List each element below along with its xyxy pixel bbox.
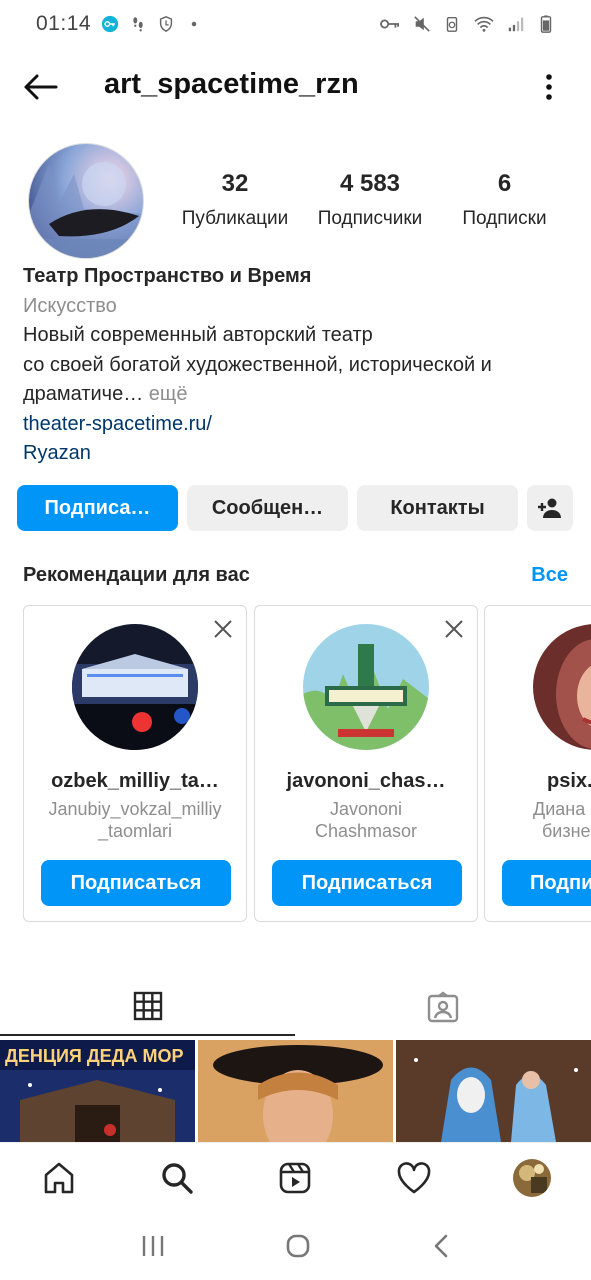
bio-line-3: драматиче… ещё [23, 380, 573, 410]
mute-icon [414, 16, 430, 32]
post-thumbnail[interactable]: ДЕНЦИЯ ДЕДА МОР [0, 1040, 195, 1142]
suggestion-follow-button[interactable]: Подпи [502, 860, 591, 906]
suggestion-card[interactable]: ozbek_milliy_ta… Janubiy_vokzal_milliy _… [23, 605, 247, 922]
stat-posts[interactable]: 32 Публикации [170, 170, 300, 230]
close-icon[interactable] [212, 618, 234, 640]
stat-following[interactable]: 6 Подписки [447, 170, 562, 230]
recycle-icon [446, 16, 458, 32]
suggestion-subtitle-line-1: Javononi [329, 799, 403, 819]
suggest-users-button[interactable] [527, 485, 573, 531]
bio-more-link[interactable]: ещё [143, 383, 188, 405]
suggestions-see-all[interactable]: Все [531, 564, 568, 587]
status-bar: 01:14 [0, 0, 591, 48]
home-circle-icon[interactable] [285, 1233, 311, 1259]
contacts-button[interactable]: Контакты [357, 485, 518, 531]
post-thumbnail[interactable] [396, 1040, 591, 1142]
suggestion-avatar-image [533, 624, 591, 750]
tagged-person-icon [427, 991, 459, 1023]
suggestion-subtitle-line-2: _taomlari [97, 821, 173, 841]
suggestion-subtitle-line-2: бизне [542, 821, 591, 841]
shield-icon [159, 16, 173, 33]
nav-avatar [512, 1158, 551, 1197]
close-icon[interactable] [443, 618, 465, 640]
reels-icon [280, 1162, 311, 1193]
steps-icon [133, 17, 143, 32]
stat-followers-value: 4 583 [339, 170, 401, 197]
nav-activity[interactable] [384, 1148, 444, 1208]
profile-location-link[interactable]: Ryazan [23, 439, 573, 469]
stat-posts-value: 32 [221, 170, 249, 197]
profile-username: art_spacetime_rzn [104, 68, 359, 100]
post-image: ДЕНЦИЯ ДЕДА МОР [0, 1040, 195, 1142]
suggestion-avatar-image [72, 624, 198, 750]
suggestion-subtitle-line-1: Диана [533, 799, 586, 819]
suggestion-username[interactable]: ozbek_milliy_ta… [24, 770, 246, 793]
recent-apps-icon[interactable] [140, 1234, 166, 1258]
nav-avatar-image [512, 1158, 551, 1197]
post-thumbnail[interactable] [198, 1040, 393, 1142]
stat-following-label: Подписки [462, 208, 547, 229]
nav-search[interactable] [147, 1148, 207, 1208]
message-button[interactable]: Сообщен… [187, 485, 348, 531]
suggestion-avatar[interactable] [533, 624, 591, 750]
arrow-left-icon [24, 74, 58, 100]
profile-category: Искусство [23, 294, 117, 317]
wifi-icon [474, 16, 494, 32]
dot-icon [191, 21, 197, 27]
grid-icon [133, 991, 162, 1021]
stat-followers[interactable]: 4 583 Подписчики [305, 170, 435, 230]
stat-followers-label: Подписчики [317, 208, 423, 229]
profile-name: Театр Пространство и Время [23, 265, 312, 287]
post-image [198, 1040, 393, 1142]
search-icon [162, 1162, 193, 1194]
system-navigation-bar [0, 1212, 591, 1280]
stat-posts-label: Публикации [181, 208, 289, 229]
back-button[interactable] [20, 70, 60, 104]
back-chevron-icon[interactable] [431, 1233, 451, 1259]
key-icon [380, 19, 399, 29]
follow-button[interactable]: Подписа… [17, 485, 178, 531]
profile-bio: Театр Пространство и Время Искусство Нов… [23, 262, 573, 469]
more-vertical-icon [546, 74, 552, 100]
suggestion-avatar[interactable] [72, 624, 198, 750]
suggestion-follow-button[interactable]: Подписаться [41, 860, 231, 906]
bottom-navigation [0, 1142, 591, 1212]
more-options-button[interactable] [537, 70, 561, 104]
suggestion-subtitle-line-2: Chashmasor [314, 821, 418, 841]
nav-home[interactable] [29, 1148, 89, 1208]
signal-icon [508, 17, 524, 32]
suggestions-title: Рекомендации для вас [23, 564, 250, 586]
svg-text:ДЕНЦИЯ ДЕДА МОР: ДЕНЦИЯ ДЕДА МОР [5, 1046, 184, 1066]
suggestion-subtitle: Диана бизне [533, 798, 591, 842]
avatar-image [29, 144, 143, 258]
status-time: 01:14 [36, 12, 92, 35]
suggestion-follow-button[interactable]: Подписаться [272, 860, 462, 906]
suggestion-subtitle: Javononi Chashmasor [255, 798, 477, 842]
tab-tagged[interactable] [295, 978, 591, 1036]
suggestion-subtitle-line-1: Janubiy_vokzal_milliy [48, 799, 222, 819]
heart-icon [397, 1161, 430, 1193]
suggestion-card[interactable]: psix. Диана бизне Подпи [484, 605, 591, 922]
bio-line-1: Новый современный авторский театр [23, 324, 373, 346]
suggestion-avatar-image [303, 624, 429, 750]
home-icon [44, 1162, 74, 1193]
battery-icon [540, 15, 552, 33]
post-image [396, 1040, 591, 1142]
profile-avatar[interactable] [28, 143, 144, 259]
profile-header: art_spacetime_rzn [0, 58, 591, 116]
tab-posts-grid[interactable] [0, 978, 295, 1036]
suggestion-subtitle: Janubiy_vokzal_milliy _taomlari [24, 798, 246, 842]
suggestion-username[interactable]: javononi_chas… [255, 770, 477, 793]
vpn-key-icon [101, 15, 119, 33]
stat-following-value: 6 [497, 170, 512, 197]
profile-website-link[interactable]: theater-spacetime.ru/ [23, 410, 573, 440]
suggestion-username[interactable]: psix. [547, 770, 591, 793]
add-person-icon [538, 498, 561, 518]
suggestion-avatar[interactable] [303, 624, 429, 750]
bio-truncated-text: драматиче… [23, 383, 144, 405]
nav-reels[interactable] [265, 1148, 325, 1208]
bio-line-2: со своей богатой художественной, историч… [23, 353, 492, 376]
suggestion-card[interactable]: javononi_chas… Javononi Chashmasor Подпи… [254, 605, 478, 922]
nav-profile[interactable] [502, 1148, 562, 1208]
